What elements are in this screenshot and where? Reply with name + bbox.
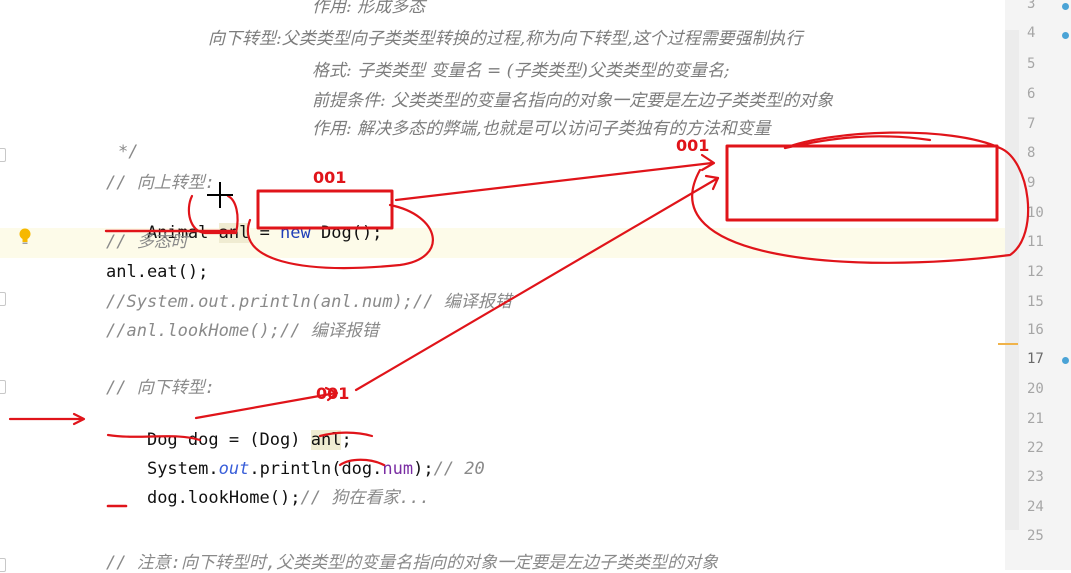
left-gutter xyxy=(0,0,60,572)
annotation-label: 001 xyxy=(316,384,350,403)
line-number: 3 xyxy=(1027,0,1036,12)
breakpoint-dot-icon[interactable] xyxy=(1062,3,1069,10)
line-number: 8 xyxy=(1027,145,1036,161)
keyword-new: new xyxy=(280,223,311,243)
line-number: 7 xyxy=(1027,116,1036,132)
annotation-box-heap xyxy=(725,144,999,222)
change-marker xyxy=(998,343,1018,345)
line-number: 5 xyxy=(1027,56,1036,72)
line-number: 23 xyxy=(1027,469,1044,485)
comment-upcast: // 向上转型: xyxy=(106,173,215,193)
doc-comment-line: 向下转型:父类类型向子类类型转换的过程,称为向下转型,这个过程需要强制执行 xyxy=(208,29,803,49)
annotation-arrow xyxy=(394,161,714,202)
doc-comment-close: */ xyxy=(118,142,139,162)
line-number: 17 xyxy=(1027,351,1044,367)
lightbulb-icon[interactable] xyxy=(18,228,32,246)
line-number: 15 xyxy=(1027,294,1044,310)
line-number: 11 xyxy=(1027,234,1044,250)
breakpoint-dot-icon[interactable] xyxy=(1062,32,1069,39)
line-number: 6 xyxy=(1027,86,1036,102)
breakpoint-dot-icon[interactable] xyxy=(1062,357,1069,364)
fold-marker-icon[interactable] xyxy=(0,292,6,306)
doc-comment-line: 作用: 形成多态 xyxy=(312,0,426,17)
code-line-eat[interactable]: anl.eat(); xyxy=(106,262,208,282)
fold-marker-icon[interactable] xyxy=(0,380,6,394)
comment-lookhome: //anl.lookHome();// 编译报错 xyxy=(106,321,379,341)
line-number: 22 xyxy=(1027,440,1044,456)
annotation-label: 001 xyxy=(676,136,710,155)
annotation-arrowhead xyxy=(704,174,720,191)
comment-sysout: //System.out.println(anl.num);// 编译报错 xyxy=(106,292,512,312)
line-number: 21 xyxy=(1027,411,1044,427)
comment-note: // 注意:向下转型时,父类类型的变量名指向的对象一定要是左边子类类型的对象 xyxy=(106,553,719,573)
comment-downcast: // 向下转型: xyxy=(106,378,215,398)
line-number: 16 xyxy=(1027,322,1044,338)
line-number: 25 xyxy=(1027,528,1044,544)
inline-comment: // 狗在看家... xyxy=(300,488,430,508)
annotation-stroke xyxy=(783,135,932,150)
line-number: 4 xyxy=(1027,25,1036,41)
variable-token: anl xyxy=(218,223,250,243)
code-editor[interactable]: 作用: 形成多态 向下转型:父类类型向子类类型转换的过程,称为向下转型,这个过程… xyxy=(0,0,1071,573)
annotation-arrowhead xyxy=(700,153,716,172)
line-number: 9 xyxy=(1027,175,1036,191)
line-number: 24 xyxy=(1027,499,1044,515)
operator-token: = xyxy=(249,223,281,243)
code-line-lookhome[interactable]: dog.lookHome();// 狗在看家... xyxy=(106,468,430,528)
annotation-label: 001 xyxy=(313,168,347,187)
annotation-arrow xyxy=(354,176,720,392)
doc-comment-line: 前提条件: 父类类型的变量名指向的对象一定要是左边子类类型的对象 xyxy=(312,91,834,111)
annotation-arrowhead xyxy=(72,412,86,426)
doc-comment-line: 格式: 子类类型 变量名 = (子类类型)父类类型的变量名; xyxy=(312,61,730,81)
text-cursor-icon xyxy=(207,182,233,208)
call-token: dog.lookHome(); xyxy=(146,488,301,508)
scrollbar-track[interactable] xyxy=(1005,30,1019,530)
inline-comment: // 20 xyxy=(433,459,485,479)
line-number: 10 xyxy=(1027,205,1044,221)
constructor-token: Dog(); xyxy=(310,223,383,243)
fold-marker-icon[interactable] xyxy=(0,148,6,162)
line-number: 12 xyxy=(1027,264,1044,280)
comment-poly: // 多态时 xyxy=(106,232,188,252)
line-number: 20 xyxy=(1027,381,1044,397)
